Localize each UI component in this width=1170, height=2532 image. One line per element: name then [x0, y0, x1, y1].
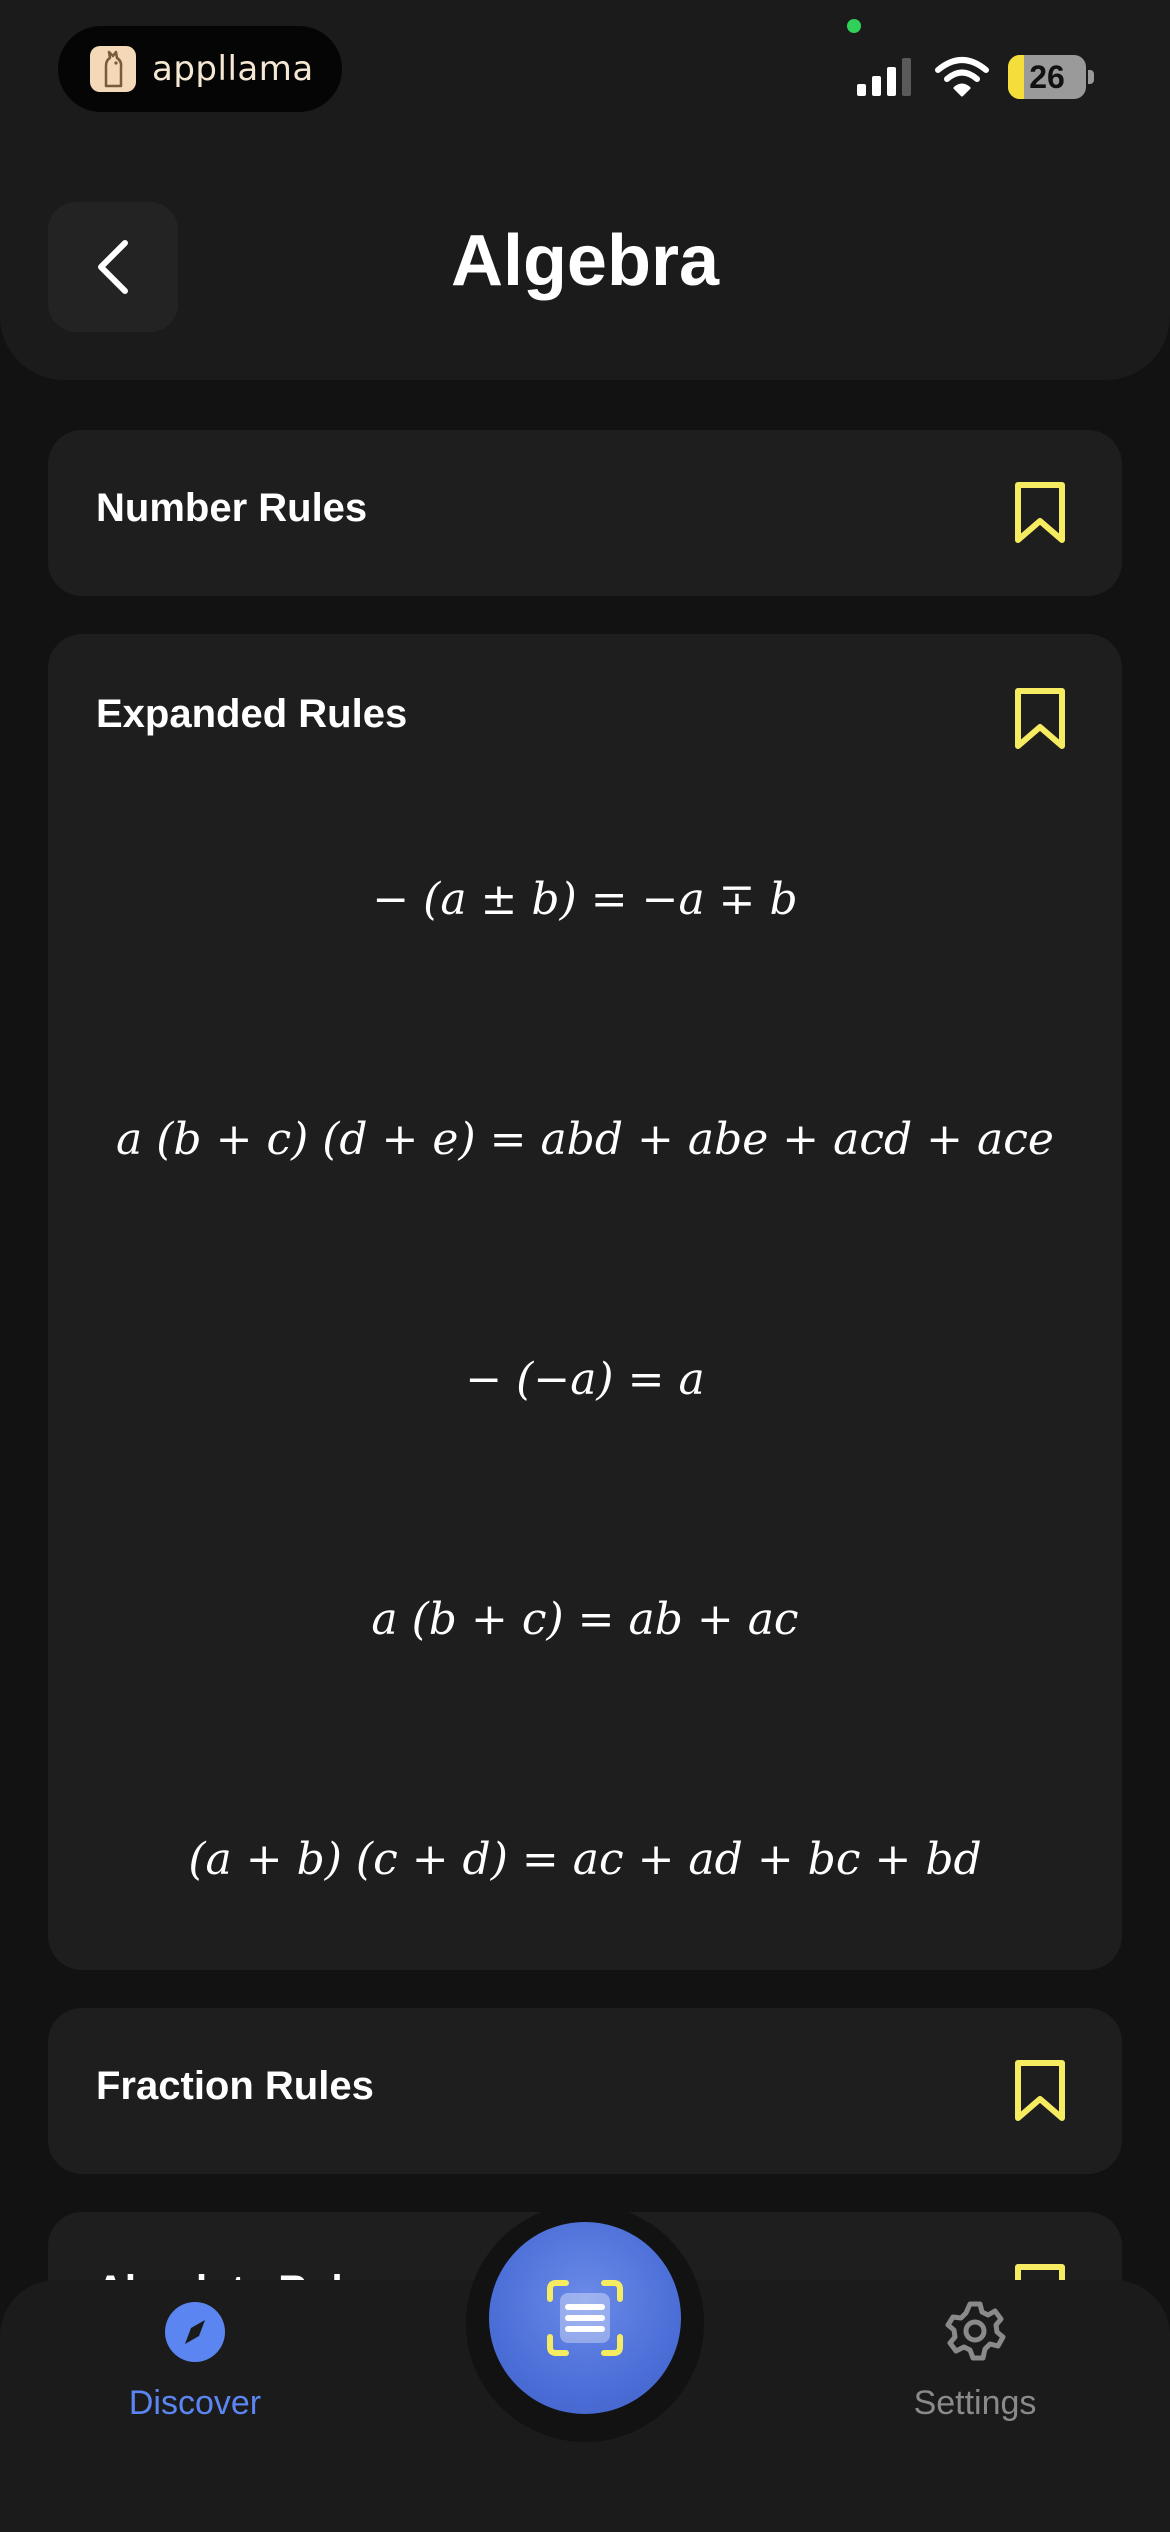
formula-item: a (b + c) = ab + ac: [371, 1594, 799, 1645]
formula-item: a (b + c) (d + e) = abd + abe + acd + ac…: [116, 1114, 1054, 1165]
section-card-fraction-rules[interactable]: Fraction Rules: [48, 2008, 1122, 2174]
formula-item: − (−a) = a: [465, 1354, 705, 1405]
scan-document-icon: [547, 2280, 623, 2356]
bookmark-icon[interactable]: [1014, 2059, 1066, 2123]
bookmark-icon[interactable]: [1014, 481, 1066, 545]
section-title: Fraction Rules: [96, 2064, 374, 2108]
cellular-signal-icon: [857, 58, 911, 96]
battery-indicator: 26: [1008, 55, 1094, 99]
section-card-number-rules[interactable]: Number Rules: [48, 430, 1122, 596]
tab-settings-label: Settings: [913, 2384, 1037, 2422]
bookmark-icon[interactable]: [1014, 687, 1066, 751]
status-bar: appllama 26: [0, 0, 1170, 140]
section-card-expanded-rules[interactable]: Expanded Rules − (a ± b) = −a ∓ b a (b +…: [48, 634, 1122, 1970]
formula-item: (a + b) (c + d) = ac + ad + bc + bd: [188, 1834, 982, 1885]
formula-item: − (a ± b) = −a ∓ b: [372, 874, 798, 925]
scan-button[interactable]: [489, 2222, 681, 2414]
app-indicator-pill[interactable]: appllama: [58, 26, 342, 112]
tab-discover-label: Discover: [128, 2384, 262, 2422]
battery-level: 26: [1029, 59, 1065, 95]
page-title: Algebra: [450, 221, 720, 301]
app-name: appllama: [152, 49, 314, 89]
section-title: Number Rules: [96, 486, 368, 530]
tab-discover[interactable]: Discover: [75, 2300, 315, 2440]
tab-settings[interactable]: Settings: [855, 2300, 1095, 2440]
gear-icon: [945, 2301, 1006, 2361]
wifi-icon: [935, 57, 989, 97]
camera-indicator-dot: [847, 19, 861, 33]
section-title: Expanded Rules: [96, 692, 408, 736]
compass-icon: [165, 2302, 225, 2362]
llama-logo-icon: [90, 46, 136, 92]
